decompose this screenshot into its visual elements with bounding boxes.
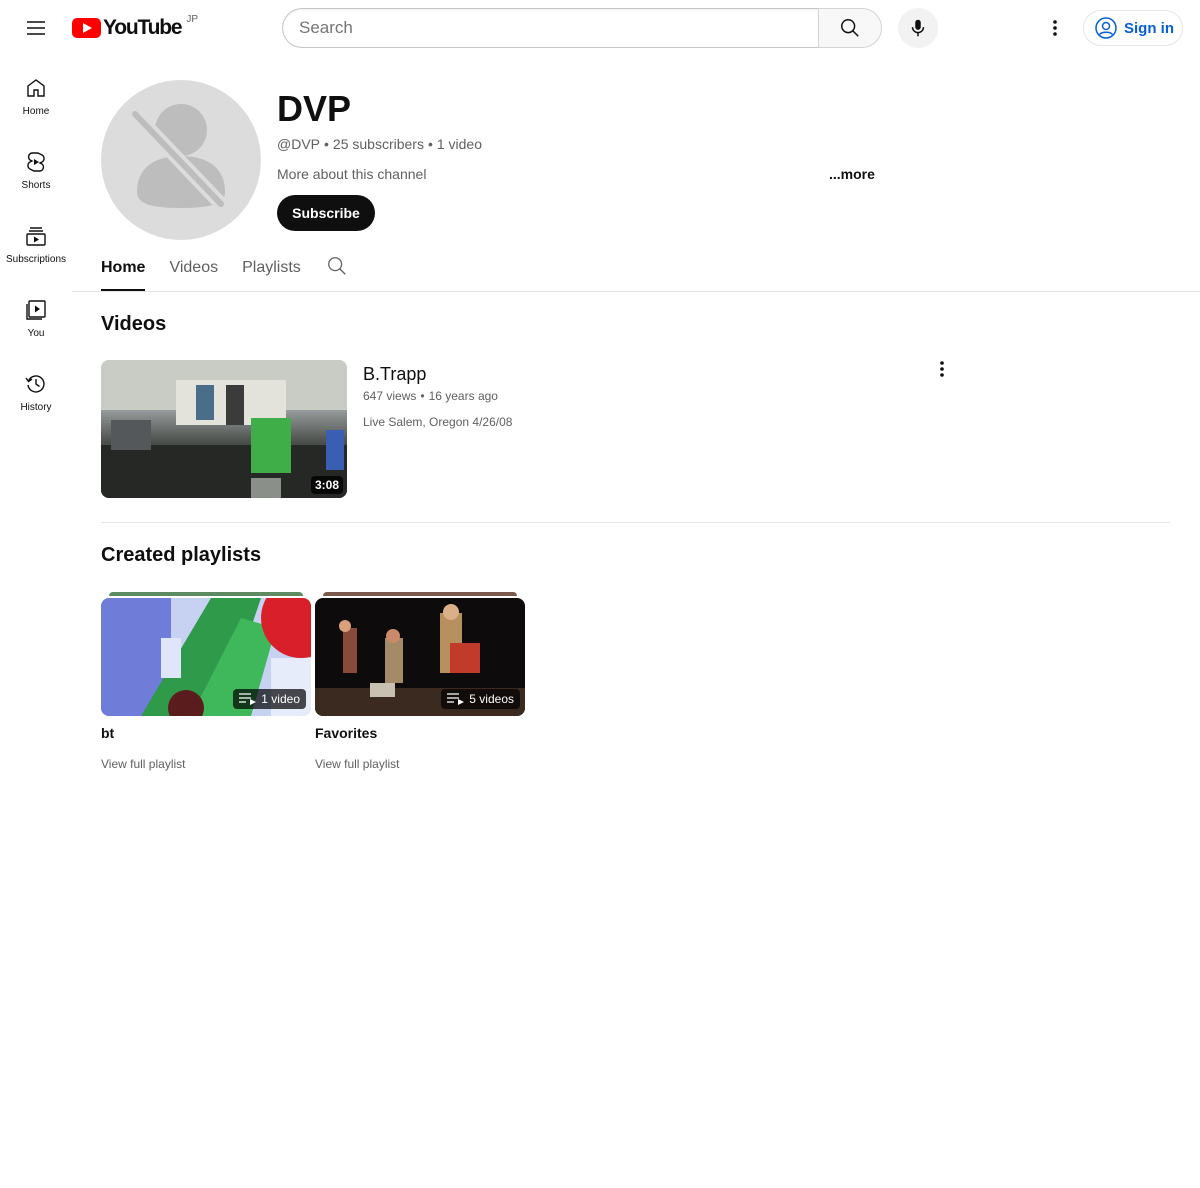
view-full-playlist-link[interactable]: View full playlist (315, 757, 399, 771)
sign-in-button[interactable]: Sign in (1083, 10, 1183, 46)
more-vert-icon (1053, 20, 1057, 36)
channel-about-link[interactable]: More about this channel (277, 166, 426, 182)
sidebar-item-label: History (20, 402, 52, 413)
logo-text: YouTube (103, 16, 183, 39)
tab-videos[interactable]: Videos (169, 248, 218, 292)
channel-name: DVP (277, 88, 352, 129)
video-age: 16 years ago (428, 389, 498, 403)
video-count: 1 video (436, 136, 483, 152)
video-metadata: 647 views • 16 years ago (363, 389, 498, 403)
search-box[interactable] (282, 8, 819, 48)
separator: • (420, 389, 425, 403)
playlist-title[interactable]: Favorites (315, 725, 377, 741)
playlist-count-label: 1 video (261, 692, 300, 706)
video-views: 647 views (363, 389, 417, 403)
playlist-stack-edge (109, 592, 303, 596)
sidebar-item-home[interactable]: Home (0, 56, 72, 130)
sidebar-item-label: Subscriptions (5, 254, 67, 265)
search-icon (841, 19, 859, 37)
playlist-stack-edge (323, 592, 517, 596)
more-vert-icon (940, 361, 944, 377)
youtube-play-icon (72, 18, 101, 38)
playlist-count-label: 5 videos (469, 692, 514, 706)
youtube-logo[interactable]: YouTube JP (72, 13, 198, 39)
voice-search-button[interactable] (898, 8, 938, 48)
channel-avatar (101, 80, 261, 240)
shorts-icon (27, 152, 45, 172)
separator: • (427, 136, 433, 152)
video-thumbnail-image (101, 360, 347, 498)
history-icon (25, 375, 45, 393)
playlist-icon (239, 693, 257, 705)
playlist-thumbnail[interactable]: 5 videos (315, 598, 525, 716)
menu-icon[interactable] (16, 8, 56, 48)
video-duration: 3:08 (310, 476, 343, 494)
sign-in-label: Sign in (1124, 19, 1174, 37)
section-divider (101, 522, 1170, 523)
account-icon (1095, 17, 1117, 39)
search-button[interactable] (818, 8, 882, 48)
channel-search-button[interactable] (325, 244, 349, 288)
sidebar-item-label: Home (22, 106, 50, 117)
videos-section-title[interactable]: Videos (101, 313, 166, 336)
playlist-video-count: 1 video (233, 689, 306, 709)
home-icon (27, 79, 45, 97)
video-description: Live Salem, Oregon 4/26/08 (363, 415, 513, 429)
sidebar-item-subscriptions[interactable]: Subscriptions (0, 204, 72, 278)
tab-home[interactable]: Home (101, 248, 146, 292)
country-code: JP (186, 13, 198, 25)
subscriptions-icon (26, 227, 46, 246)
subscribe-button[interactable]: Subscribe (277, 195, 375, 231)
you-icon (26, 300, 46, 320)
default-avatar-icon (128, 104, 228, 211)
more-link[interactable]: ...more (829, 166, 875, 182)
view-full-playlist-link[interactable]: View full playlist (101, 757, 185, 771)
channel-metadata: @DVP • 25 subscribers • 1 video (277, 136, 482, 152)
channel-tabs: Home Videos Playlists (101, 248, 349, 292)
search-icon (327, 257, 346, 275)
sidebar-item-shorts[interactable]: Shorts (0, 130, 72, 204)
sidebar-item-history[interactable]: History (0, 352, 72, 426)
sidebar-item-you[interactable]: You (0, 278, 72, 352)
video-title[interactable]: B.Trapp (363, 364, 426, 385)
tab-playlists[interactable]: Playlists (242, 248, 301, 292)
playlist-video-count: 5 videos (441, 689, 520, 709)
channel-handle: @DVP (277, 136, 320, 152)
sidebar-item-label: Shorts (21, 180, 51, 191)
subscriber-count: 25 subscribers (332, 136, 424, 152)
microphone-icon (911, 19, 925, 37)
playlist-thumbnail[interactable]: 1 video (101, 598, 311, 716)
search-input[interactable] (299, 18, 819, 38)
video-thumbnail[interactable]: 3:08 (101, 360, 347, 498)
video-menu-button[interactable] (930, 357, 954, 381)
masthead: YouTube JP Sign in (0, 0, 1200, 56)
tabs-divider (72, 291, 1200, 292)
separator: • (324, 136, 329, 152)
sidebar-item-label: You (27, 328, 45, 339)
playlist-title[interactable]: bt (101, 725, 114, 741)
playlists-section-title: Created playlists (101, 544, 262, 566)
mini-guide: Home Shorts Subscriptions You History (0, 56, 72, 426)
settings-menu-button[interactable] (1035, 8, 1075, 48)
playlist-icon (447, 693, 465, 705)
